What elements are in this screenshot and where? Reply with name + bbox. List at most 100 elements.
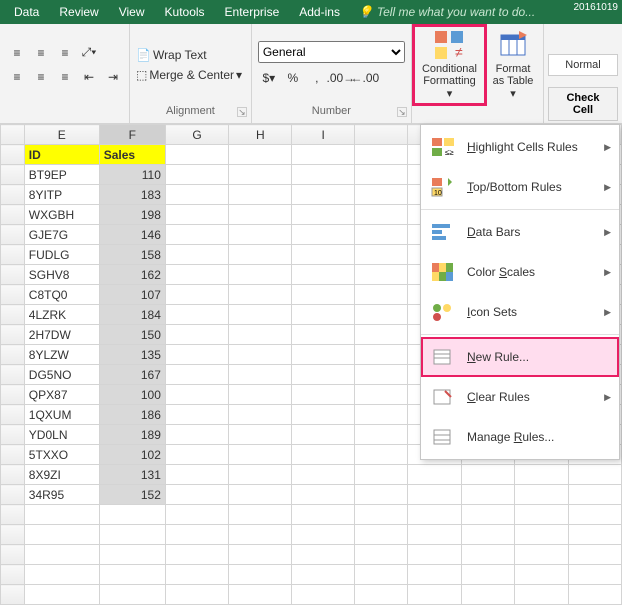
tab-data[interactable]: Data	[4, 0, 49, 24]
cell[interactable]	[354, 285, 407, 305]
cell[interactable]	[354, 365, 407, 385]
cell[interactable]	[568, 545, 621, 565]
number-launcher-icon[interactable]: ↘	[397, 107, 407, 117]
tab-enterprise[interactable]: Enterprise	[215, 0, 290, 24]
align-middle-button[interactable]: ≡	[30, 42, 52, 64]
row-header[interactable]	[1, 285, 25, 305]
cell[interactable]	[461, 525, 514, 545]
cell[interactable]	[568, 485, 621, 505]
cell[interactable]	[292, 565, 355, 585]
cell[interactable]: FUDLG	[24, 245, 99, 265]
cell[interactable]	[354, 225, 407, 245]
cell[interactable]: 102	[99, 445, 165, 465]
row-header[interactable]	[1, 225, 25, 245]
cell[interactable]	[229, 365, 292, 385]
col-header[interactable]	[354, 125, 407, 145]
cell[interactable]: 110	[99, 165, 165, 185]
cell[interactable]	[165, 285, 228, 305]
row-header[interactable]	[1, 465, 25, 485]
tell-me[interactable]: 💡 Tell me what you want to do...	[358, 5, 535, 19]
tab-addins[interactable]: Add-ins	[289, 0, 350, 24]
row-header[interactable]	[1, 545, 25, 565]
cell[interactable]	[292, 265, 355, 285]
cell[interactable]	[354, 265, 407, 285]
align-left-button[interactable]: ≡	[6, 66, 28, 88]
cell[interactable]	[165, 405, 228, 425]
cell[interactable]	[229, 305, 292, 325]
cell[interactable]	[354, 445, 407, 465]
row-header[interactable]	[1, 205, 25, 225]
format-as-table-button[interactable]: Format as Table ▾	[485, 26, 541, 104]
cell[interactable]	[461, 585, 514, 605]
menu-manage-rules[interactable]: Manage Rules...	[421, 417, 619, 457]
cell[interactable]: 5TXXO	[24, 445, 99, 465]
row-header[interactable]	[1, 185, 25, 205]
cell[interactable]	[165, 505, 228, 525]
cell[interactable]	[229, 465, 292, 485]
menu-top-bottom-rules[interactable]: 10 Top/Bottom Rules ▶	[421, 167, 619, 207]
cell[interactable]	[165, 145, 228, 165]
row-header[interactable]	[1, 145, 25, 165]
cell[interactable]	[292, 405, 355, 425]
cell[interactable]	[292, 425, 355, 445]
cell[interactable]	[292, 465, 355, 485]
percent-button[interactable]: %	[282, 67, 304, 89]
cell[interactable]	[354, 345, 407, 365]
cell[interactable]	[515, 545, 568, 565]
cell[interactable]	[568, 525, 621, 545]
cell[interactable]	[165, 465, 228, 485]
cell[interactable]	[229, 485, 292, 505]
align-right-button[interactable]: ≡	[54, 66, 76, 88]
cell[interactable]	[515, 485, 568, 505]
cell[interactable]: Sales	[99, 145, 165, 165]
cell[interactable]: 183	[99, 185, 165, 205]
cell[interactable]	[354, 305, 407, 325]
cell[interactable]	[354, 545, 407, 565]
cell[interactable]	[461, 565, 514, 585]
cell[interactable]	[292, 585, 355, 605]
cell[interactable]	[165, 525, 228, 545]
cell[interactable]	[292, 225, 355, 245]
cell[interactable]	[24, 525, 99, 545]
cell[interactable]	[165, 365, 228, 385]
cell[interactable]	[165, 185, 228, 205]
cell[interactable]	[354, 585, 407, 605]
orientation-button[interactable]: ⤢▾	[78, 42, 100, 64]
cell[interactable]	[408, 485, 461, 505]
cell[interactable]	[461, 485, 514, 505]
cell[interactable]	[354, 325, 407, 345]
cell[interactable]	[229, 385, 292, 405]
col-header-e[interactable]: E	[24, 125, 99, 145]
cell[interactable]: 167	[99, 365, 165, 385]
row-header[interactable]	[1, 525, 25, 545]
cell[interactable]	[229, 405, 292, 425]
cell[interactable]: WXGBH	[24, 205, 99, 225]
cell[interactable]: 8YITP	[24, 185, 99, 205]
cell[interactable]	[292, 165, 355, 185]
merge-center-button[interactable]: ⬚ Merge & Center ▾	[136, 68, 242, 82]
cell[interactable]	[165, 385, 228, 405]
cell[interactable]: DG5NO	[24, 365, 99, 385]
style-normal[interactable]: Normal	[548, 54, 618, 76]
align-bottom-button[interactable]: ≡	[54, 42, 76, 64]
alignment-launcher-icon[interactable]: ↘	[237, 107, 247, 117]
cell[interactable]: 150	[99, 325, 165, 345]
cell[interactable]	[24, 545, 99, 565]
cell[interactable]: 135	[99, 345, 165, 365]
cell[interactable]	[354, 425, 407, 445]
cell[interactable]	[229, 545, 292, 565]
cell[interactable]: 184	[99, 305, 165, 325]
cell[interactable]: 158	[99, 245, 165, 265]
cell[interactable]	[354, 245, 407, 265]
cell[interactable]	[292, 185, 355, 205]
row-header[interactable]	[1, 385, 25, 405]
cell[interactable]	[165, 205, 228, 225]
cell[interactable]	[292, 545, 355, 565]
cell[interactable]	[229, 245, 292, 265]
cell[interactable]	[165, 445, 228, 465]
menu-clear-rules[interactable]: Clear Rules ▶	[421, 377, 619, 417]
row-header[interactable]	[1, 485, 25, 505]
cell[interactable]	[99, 545, 165, 565]
cell[interactable]	[354, 405, 407, 425]
cell[interactable]	[408, 465, 461, 485]
